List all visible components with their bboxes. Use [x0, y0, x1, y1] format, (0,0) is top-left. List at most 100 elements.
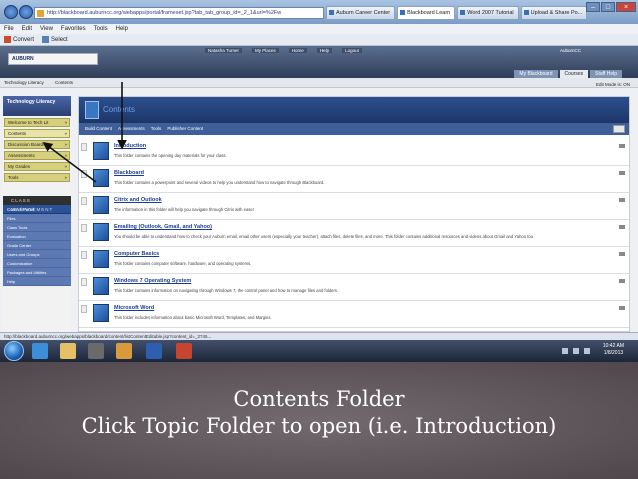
- course-title: Technology Literacy: [3, 96, 71, 116]
- folder-title-link[interactable]: Emailing (Outlook, Gmail, and Yahoo): [114, 224, 212, 230]
- address-bar[interactable]: http://blackboard.auburncc.org/webapps/p…: [34, 7, 324, 19]
- start-button[interactable]: [4, 341, 24, 361]
- folder-title-link[interactable]: Citrix and Outlook: [114, 197, 162, 203]
- word-icon[interactable]: [146, 343, 162, 359]
- forward-button[interactable]: [19, 5, 33, 19]
- folder-icon[interactable]: [93, 142, 109, 160]
- breadcrumb-contents[interactable]: Contents: [55, 78, 73, 88]
- select-button[interactable]: Select: [42, 34, 68, 45]
- folder-icon[interactable]: [93, 196, 109, 214]
- menu-item[interactable]: File: [4, 24, 14, 34]
- folder-row: Windows 7 Operating System This folder co…: [79, 274, 629, 301]
- drag-handle-icon[interactable]: [81, 278, 87, 286]
- folder-icon[interactable]: [93, 169, 109, 187]
- powerpoint-icon[interactable]: [176, 343, 192, 359]
- browser-tabs: Auburn Career Center Blackboard Learn Word…: [326, 6, 588, 20]
- control-panel-item[interactable]: Grade Center: [3, 241, 71, 250]
- folder-title-link[interactable]: Microsoft Word: [114, 305, 154, 311]
- folder-description: This folder contains a powerpoint and se…: [114, 180, 325, 185]
- bb-tab[interactable]: Courses: [559, 70, 589, 78]
- content-header: Contents: [79, 97, 629, 123]
- drag-handle-icon[interactable]: [81, 170, 87, 178]
- menu-item[interactable]: Tools: [94, 24, 108, 34]
- folder-list: Introduction This folder contains the ope…: [79, 139, 629, 328]
- folder-description: This folder contains the opening day mat…: [114, 153, 227, 158]
- options-chevron-icon[interactable]: [619, 252, 625, 256]
- minimize-icon[interactable]: –: [586, 2, 600, 12]
- media-icon[interactable]: [88, 343, 104, 359]
- options-chevron-icon[interactable]: [619, 198, 625, 202]
- options-chevron-icon[interactable]: [619, 306, 625, 310]
- menu-item[interactable]: Favorites: [61, 24, 86, 34]
- options-chevron-icon[interactable]: [619, 225, 625, 229]
- select-icon: [42, 35, 50, 43]
- bb-tab[interactable]: My Blackboard: [514, 70, 558, 78]
- options-chevron-icon[interactable]: [619, 171, 625, 175]
- tray-icon[interactable]: [573, 348, 579, 354]
- course-menu-item[interactable]: Welcome to Tech Lit: [4, 118, 70, 127]
- course-menu-item[interactable]: Tools: [4, 173, 70, 182]
- action-menu-button[interactable]: Tools: [151, 123, 162, 135]
- folder-title-link[interactable]: Introduction: [114, 143, 146, 149]
- control-panel-item[interactable]: Customization: [3, 259, 71, 268]
- course-menu-item[interactable]: Assessments: [4, 151, 70, 160]
- top-link[interactable]: Home: [288, 48, 307, 53]
- drag-handle-icon[interactable]: [81, 251, 87, 259]
- control-panel-item[interactable]: Files: [3, 214, 71, 223]
- tray-icon[interactable]: [562, 348, 568, 354]
- folder-icon: [85, 101, 99, 119]
- drag-handle-icon[interactable]: [81, 224, 87, 232]
- browser-tab[interactable]: Blackboard Learn: [397, 6, 456, 20]
- folder-taskbar-icon[interactable]: [60, 343, 76, 359]
- folder-row: Blackboard This folder contains a powerpo…: [79, 166, 629, 193]
- browser-tab[interactable]: Upload & Share Po...: [520, 6, 588, 20]
- action-menu-button[interactable]: Assessments: [118, 123, 145, 135]
- control-panel-item[interactable]: Packages and Utilities: [3, 268, 71, 277]
- control-panel-item[interactable]: Evaluation: [3, 232, 71, 241]
- control-panel-item[interactable]: Help: [3, 277, 71, 286]
- sort-icon[interactable]: [613, 125, 625, 133]
- bb-tabs: My Blackboard Courses Staff Help: [514, 70, 622, 78]
- back-button[interactable]: [4, 5, 18, 19]
- folder-icon[interactable]: [93, 250, 109, 268]
- control-panel-item[interactable]: Users and Groups: [3, 250, 71, 259]
- course-menu-item[interactable]: Contents: [4, 129, 70, 138]
- ie-icon[interactable]: [32, 343, 48, 359]
- convert-button[interactable]: Convert: [4, 34, 34, 45]
- drag-handle-icon[interactable]: [81, 305, 87, 313]
- action-menu-button[interactable]: Build Content: [85, 123, 112, 135]
- folder-title-link[interactable]: Windows 7 Operating System: [114, 278, 191, 284]
- top-link[interactable]: Logout: [342, 48, 362, 53]
- action-menu-button[interactable]: Publisher Content: [167, 123, 203, 135]
- drag-handle-icon[interactable]: [81, 197, 87, 205]
- folder-icon[interactable]: [93, 304, 109, 322]
- clock[interactable]: 10:42 AM 1/8/2013: [603, 343, 624, 357]
- menu-item[interactable]: Edit: [22, 24, 32, 34]
- course-menu-item[interactable]: My Grades: [4, 162, 70, 171]
- folder-title-link[interactable]: Computer Basics: [114, 251, 159, 257]
- maximize-icon[interactable]: □: [601, 2, 615, 12]
- folder-title-link[interactable]: Blackboard: [114, 170, 144, 176]
- firefox-icon[interactable]: [116, 343, 132, 359]
- close-icon[interactable]: ×: [616, 2, 636, 12]
- browser-tab[interactable]: Word 2007 Tutorial: [457, 6, 519, 20]
- bb-tab[interactable]: Staff Help: [590, 70, 622, 78]
- menu-item[interactable]: Help: [116, 24, 128, 34]
- browser-toolbar: Convert Select: [0, 34, 638, 46]
- control-panel-item[interactable]: Class Tools: [3, 223, 71, 232]
- menu-item[interactable]: View: [40, 24, 53, 34]
- breadcrumb-course[interactable]: Technology Literacy: [4, 78, 44, 88]
- caption-title: Contents Folder: [233, 387, 405, 411]
- folder-icon[interactable]: [93, 277, 109, 295]
- drag-handle-icon[interactable]: [81, 143, 87, 151]
- folder-icon[interactable]: [93, 223, 109, 241]
- tray-icon[interactable]: [584, 348, 590, 354]
- options-chevron-icon[interactable]: [619, 144, 625, 148]
- options-chevron-icon[interactable]: [619, 279, 625, 283]
- top-link[interactable]: Natasha Turner: [205, 48, 243, 53]
- top-link[interactable]: My Places: [252, 48, 279, 53]
- course-menu-item[interactable]: Discussion Boards: [4, 140, 70, 149]
- top-link[interactable]: Help: [316, 48, 333, 53]
- edit-mode-toggle[interactable]: Edit Mode is: ON: [596, 80, 630, 90]
- browser-tab[interactable]: Auburn Career Center: [326, 6, 396, 20]
